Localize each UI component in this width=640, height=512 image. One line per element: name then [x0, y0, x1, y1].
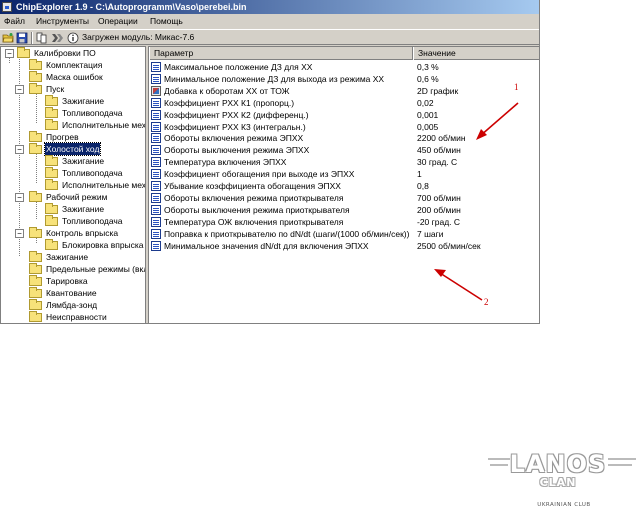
logo-wing-right: [608, 458, 636, 460]
annotation-label-2: 2: [484, 297, 489, 307]
annotation-layer: [434, 102, 519, 301]
logo-sub-text: CLAN: [539, 476, 577, 489]
logo-main-text: LANOS: [509, 450, 607, 478]
annotation-label-1: 1: [514, 82, 519, 92]
arrow-1: [476, 102, 519, 140]
lanos-clan-logo: LANOS CLAN UKRAINIAN CLUB: [488, 448, 640, 512]
logo-wing-right: [608, 464, 632, 466]
logo-tagline: UKRAINIAN CLUB: [537, 502, 591, 508]
arrow-2: [434, 269, 483, 301]
